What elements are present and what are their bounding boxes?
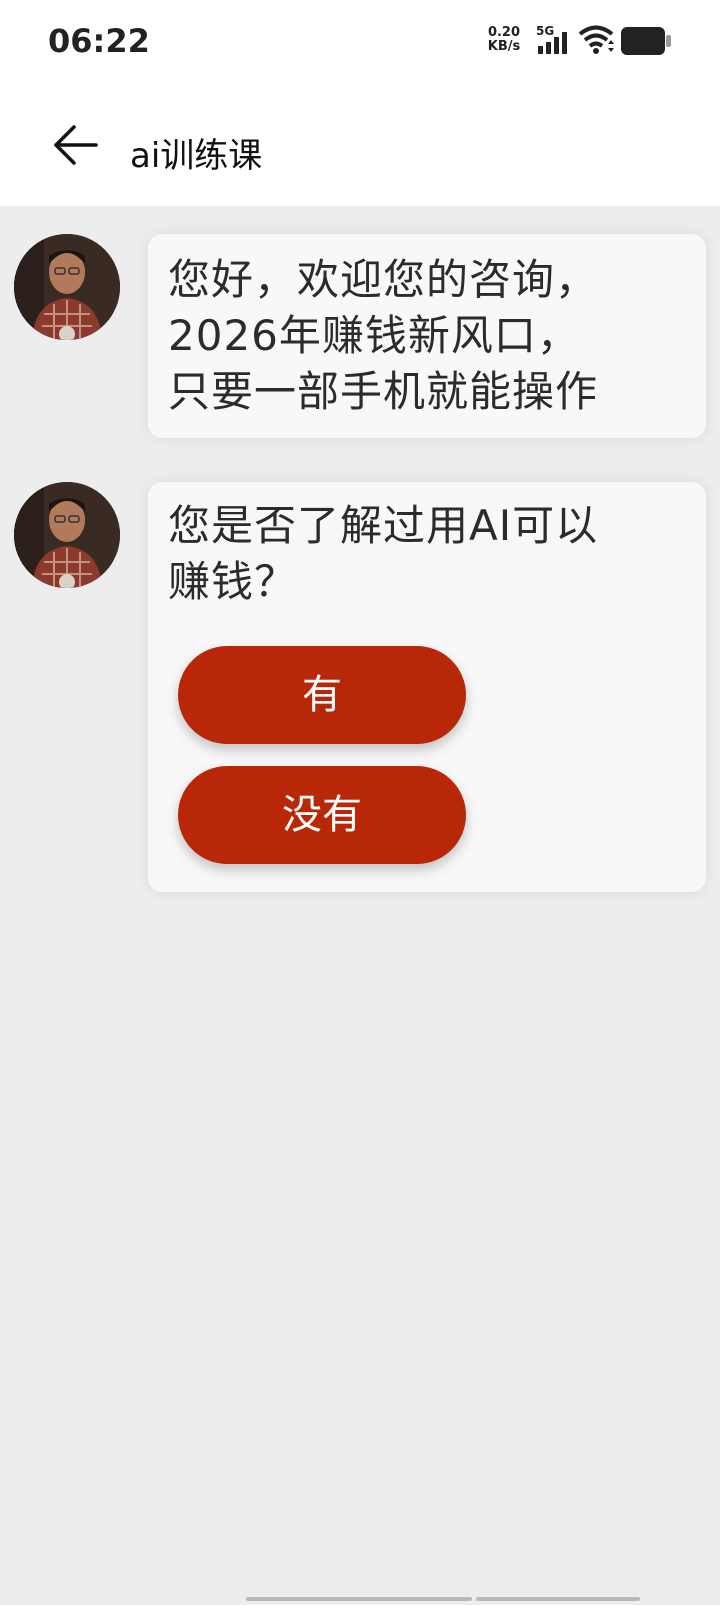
chat-message: 您好，欢迎您的咨询， 2026年赚钱新风口， 只要一部手机就能操作 xyxy=(0,206,720,442)
message-text-line: 2026年赚钱新风口， xyxy=(168,311,580,360)
message-text-line: 您好，欢迎您的咨询， xyxy=(168,255,599,304)
status-bar: 06:22 0.20 KB/s 5G xyxy=(0,0,720,84)
network-speed: 0.20 KB/s xyxy=(484,26,524,54)
message-text-line: 赚钱？ xyxy=(168,557,298,606)
avatar xyxy=(14,234,120,340)
wifi-icon xyxy=(578,24,614,56)
chat-message: 您是否了解过用AI可以 赚钱？ 有 没有 xyxy=(0,456,720,896)
page-title: ai训练课 xyxy=(130,136,263,176)
avatar xyxy=(14,482,120,588)
cellular-signal-icon: 5G xyxy=(536,24,572,56)
message-text-line: 只要一部手机就能操作 xyxy=(168,367,599,416)
home-indicator-secondary xyxy=(476,1597,640,1601)
battery-icon xyxy=(620,26,672,56)
back-button[interactable] xyxy=(48,120,108,170)
message-bubble: 您是否了解过用AI可以 赚钱？ 有 没有 xyxy=(148,482,706,892)
app-bar: ai训练课 xyxy=(0,84,720,206)
arrow-left-icon xyxy=(54,125,98,165)
message-text-line: 您是否了解过用AI可以 xyxy=(168,501,599,550)
signal-type-label: 5G xyxy=(536,24,555,38)
message-bubble: 您好，欢迎您的咨询， 2026年赚钱新风口， 只要一部手机就能操作 xyxy=(148,234,706,438)
choice-button-yes[interactable]: 有 xyxy=(178,646,466,744)
status-time: 06:22 xyxy=(48,22,150,60)
home-indicator xyxy=(246,1597,472,1601)
network-speed-value: 0.20 xyxy=(487,25,521,40)
choice-button-no[interactable]: 没有 xyxy=(178,766,466,864)
network-speed-unit: KB/s xyxy=(487,39,521,54)
